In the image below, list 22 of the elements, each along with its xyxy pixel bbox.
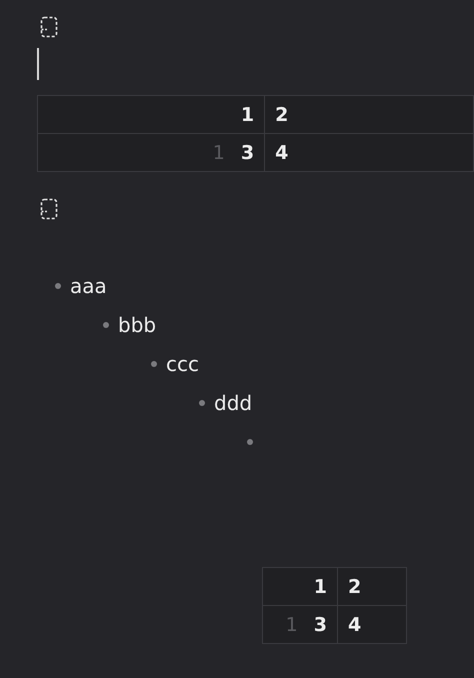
bullet-icon — [247, 438, 253, 444]
row-number: 1 — [286, 614, 298, 636]
list-item-text: aaa — [70, 274, 107, 298]
table-cell: 1 — [262, 568, 338, 606]
bullet-icon — [151, 360, 157, 366]
bullet-icon — [55, 282, 61, 288]
list-item-text: bbb — [118, 312, 156, 336]
table-cell: 4 — [264, 134, 474, 172]
text-cursor — [37, 48, 38, 80]
placeholder-icon[interactable] — [40, 16, 58, 38]
table-cell: 1 3 — [262, 606, 338, 644]
bullet-icon — [103, 322, 109, 328]
row-number: 1 — [212, 142, 225, 164]
table-cell: 1 3 — [38, 134, 265, 172]
placeholder-icon[interactable] — [40, 198, 58, 220]
table-cell: 2 — [264, 96, 474, 134]
table-cell: 1 — [38, 96, 265, 134]
list-item-text: ccc — [166, 352, 199, 376]
table-cell: 2 — [338, 568, 406, 606]
table-cell: 4 — [338, 606, 406, 644]
bullet-icon — [199, 400, 205, 406]
list-item-text: ddd — [214, 390, 252, 414]
